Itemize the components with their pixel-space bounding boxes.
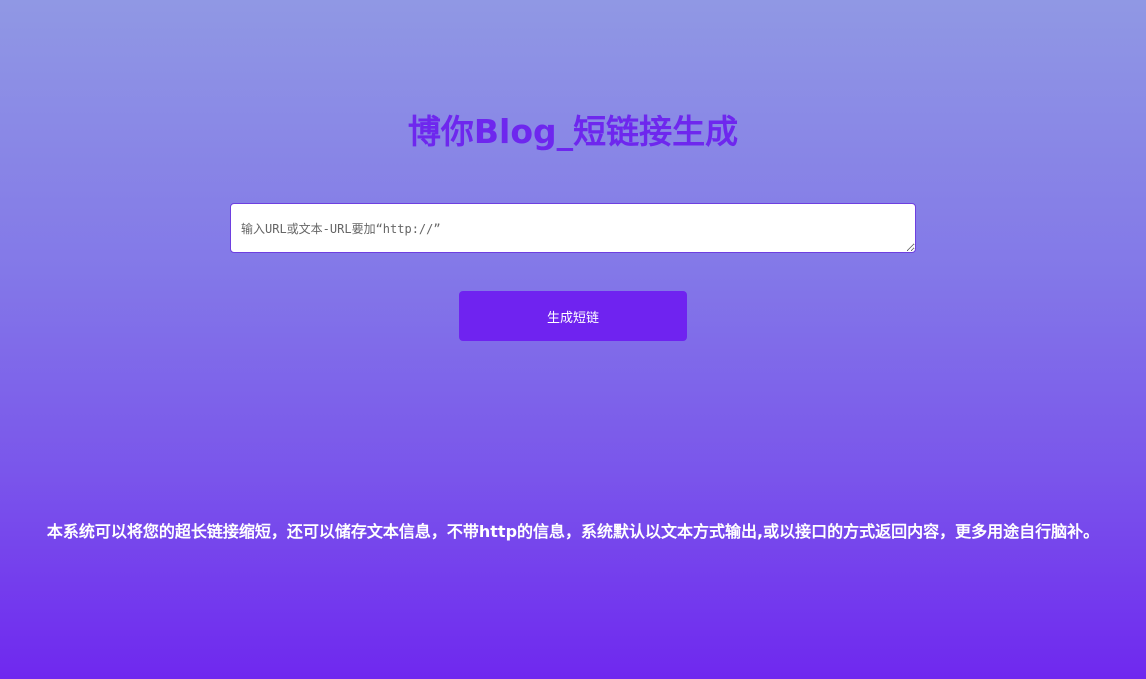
generate-button-label: 生成短链 xyxy=(546,310,599,326)
page-title: 博你Blog_短链接生成 xyxy=(407,112,739,151)
url-input[interactable] xyxy=(230,203,916,253)
description-text: 本系统可以将您的超长链接缩短，还可以储存文本信息，不带http的信息，系统默认以… xyxy=(46,522,1100,541)
generate-short-link-button[interactable]: 生成短链 xyxy=(459,291,687,341)
url-input-wrapper xyxy=(230,203,916,253)
page: 博你Blog_短链接生成 生成短链 本系统可以将您的超长链接缩短，还可以储存文本… xyxy=(0,0,1146,679)
